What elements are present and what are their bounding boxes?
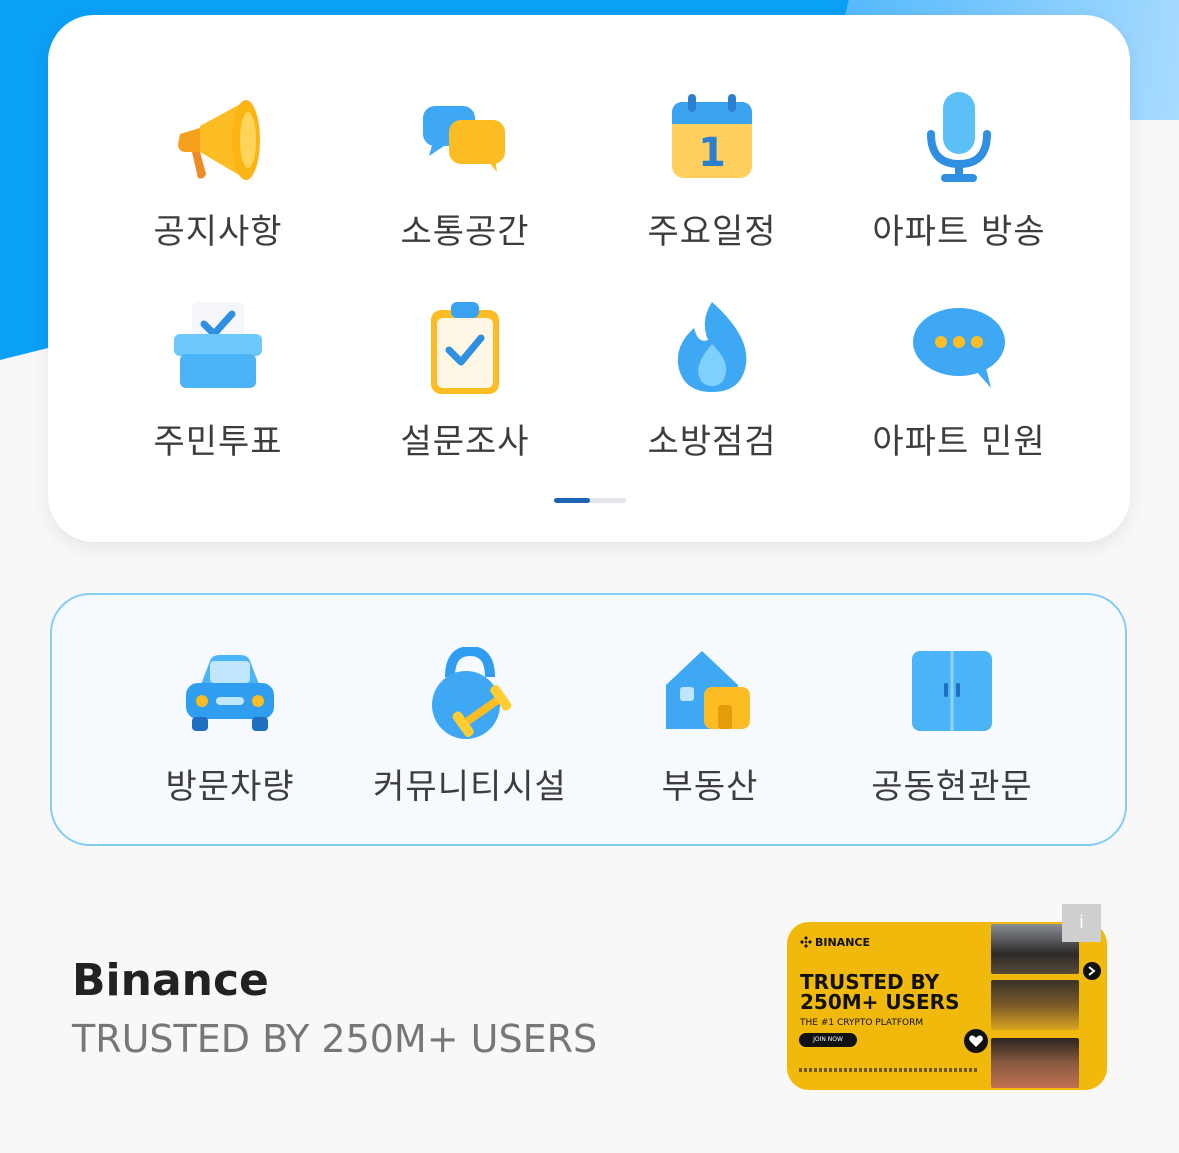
heart-icon: [969, 1035, 983, 1047]
ad-cta-button[interactable]: JOIN NOW: [799, 1033, 857, 1047]
menu-label: 공지사항: [153, 212, 283, 252]
menu-item-fire-inspection[interactable]: 소방점검: [592, 300, 832, 490]
ad-next-button[interactable]: [1083, 962, 1101, 980]
menu-item-survey[interactable]: 설문조사: [345, 300, 585, 490]
speech-bubble-icon: [913, 308, 1005, 388]
menu-item-community-facility[interactable]: 커뮤니티시설: [350, 647, 590, 817]
primary-menu-card: 공지사항 소통공간 1 주요일정 아파트 방송 주민투표 설문조사 소방점검 아…: [48, 15, 1130, 542]
page-indicator[interactable]: [554, 498, 626, 503]
ad-headline: TRUSTED BY 250M+ USERS: [800, 970, 960, 1014]
door-icon: [912, 651, 992, 731]
chat-bubbles-icon: [423, 106, 505, 172]
house-icon: [666, 651, 750, 729]
car-icon: [186, 655, 274, 731]
microphone-icon: [927, 92, 991, 182]
menu-label: 방문차량: [165, 767, 295, 807]
menu-item-broadcast[interactable]: 아파트 방송: [839, 90, 1079, 280]
menu-label: 커뮤니티시설: [373, 767, 567, 807]
ad-banner-text-panel: BINANCE TRUSTED BY 250M+ USERS THE #1 CR…: [787, 922, 987, 1090]
ad-photo-3: [991, 1038, 1079, 1088]
calendar-icon: 1: [672, 94, 752, 178]
chevron-right-icon: [1088, 966, 1096, 976]
ad-tagline: THE #1 CRYPTO PLATFORM: [800, 1018, 924, 1028]
menu-label: 부동산: [661, 767, 759, 807]
menu-item-schedule[interactable]: 1 주요일정: [592, 90, 832, 280]
clipboard-check-icon: [431, 302, 499, 394]
menu-label: 공동현관문: [871, 767, 1033, 807]
kettlebell-icon: [432, 647, 512, 739]
menu-label: 아파트 방송: [872, 212, 1046, 252]
menu-item-real-estate[interactable]: 부동산: [590, 647, 830, 817]
page-indicator-active: [554, 498, 590, 503]
menu-label: 아파트 민원: [872, 422, 1046, 462]
secondary-menu-card: 방문차량 커뮤니티시설 부동산 공동현관문: [50, 593, 1127, 846]
ad-fine-print: [799, 1068, 979, 1072]
binance-logo-icon: [800, 936, 812, 948]
fire-icon: [677, 302, 747, 392]
ad-brand: BINANCE: [815, 936, 870, 949]
menu-item-visitor-car[interactable]: 방문차량: [110, 647, 350, 817]
menu-label: 설문조사: [400, 422, 530, 462]
ad-info-button[interactable]: i: [1062, 904, 1101, 942]
megaphone-icon: [178, 100, 260, 180]
menu-item-community-space[interactable]: 소통공간: [345, 90, 585, 280]
ad-subtitle[interactable]: TRUSTED BY 250M+ USERS: [72, 1017, 597, 1061]
ad-photo-2: [991, 980, 1079, 1030]
calendar-day-number: 1: [698, 130, 726, 176]
menu-item-notice[interactable]: 공지사항: [98, 90, 338, 280]
ad-title[interactable]: Binance: [72, 955, 269, 1006]
menu-item-vote[interactable]: 주민투표: [98, 300, 338, 490]
menu-label: 주민투표: [153, 422, 283, 462]
menu-item-complaint[interactable]: 아파트 민원: [839, 300, 1079, 490]
menu-label: 소통공간: [400, 212, 530, 252]
menu-label: 소방점검: [647, 422, 777, 462]
ad-banner[interactable]: BINANCE TRUSTED BY 250M+ USERS THE #1 CR…: [787, 922, 1107, 1090]
menu-label: 주요일정: [647, 212, 777, 252]
ballot-box-icon: [174, 302, 262, 388]
menu-item-entrance-door[interactable]: 공동현관문: [832, 647, 1072, 817]
ad-like-button[interactable]: [964, 1029, 988, 1053]
